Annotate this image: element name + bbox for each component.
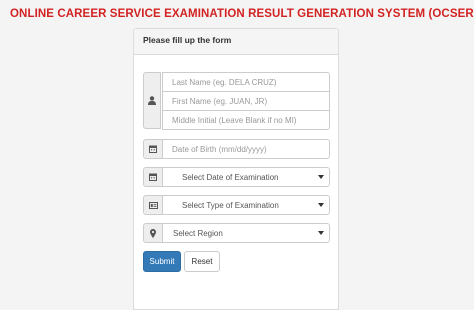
region-addon [143,223,163,243]
name-group-addon [143,72,161,129]
chevron-down-icon [318,175,324,179]
reset-button[interactable]: Reset [184,251,220,272]
chevron-down-icon [318,231,324,235]
id-card-icon [148,201,158,209]
app-title: ONLINE CAREER SERVICE EXAMINATION RESULT… [10,8,474,20]
map-marker-icon [150,228,156,238]
region-select[interactable]: Select Region [162,223,330,243]
exam-type-select[interactable]: Select Type of Examination [162,195,330,215]
middle-initial-input[interactable]: Middle Initial (Leave Blank if no MI) [162,110,330,130]
page: ONLINE CAREER SERVICE EXAMINATION RESULT… [0,0,474,310]
form-panel: Please fill up the form Last Name (eg. D… [133,28,339,310]
first-name-input[interactable]: First Name (eg. JUAN, JR) [162,91,330,111]
exam-date-select[interactable]: Select Date of Examination [162,167,330,187]
user-icon [148,96,156,105]
region-select-value: Select Region [173,228,223,238]
exam-type-addon [143,195,163,215]
exam-date-select-value: Select Date of Examination [182,172,279,182]
chevron-down-icon [318,203,324,207]
exam-date-addon [143,167,163,187]
submit-button[interactable]: Submit [143,251,181,272]
calendar-icon [149,145,157,153]
date-of-birth-input[interactable]: Date of Birth (mm/dd/yyyy) [162,139,330,159]
last-name-input[interactable]: Last Name (eg. DELA CRUZ) [162,72,330,92]
exam-type-select-value: Select Type of Examination [182,200,279,210]
form-heading: Please fill up the form [134,29,338,55]
calendar-icon [149,173,157,181]
dob-addon [143,139,163,159]
